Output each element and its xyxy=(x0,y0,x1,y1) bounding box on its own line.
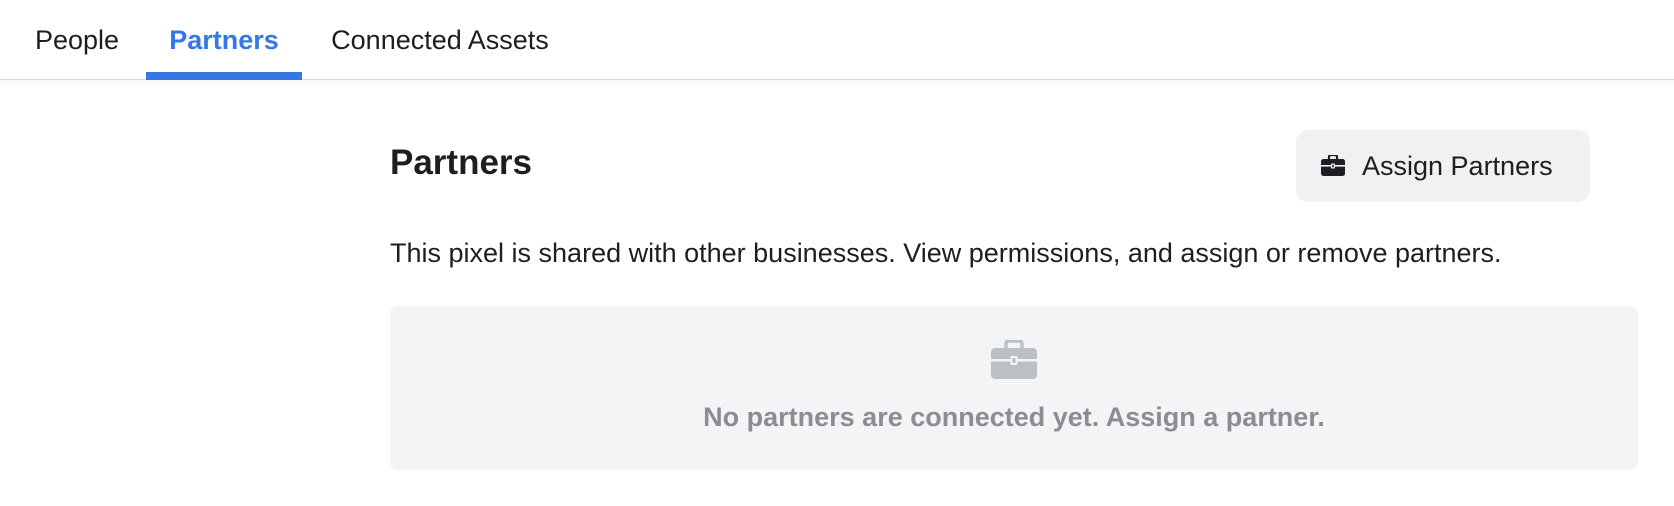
tab-partners-label: Partners xyxy=(169,24,279,55)
tab-people-label: People xyxy=(34,24,120,55)
tab-people[interactable]: People xyxy=(16,0,138,80)
assign-partners-button[interactable]: Assign Partners xyxy=(1296,130,1590,202)
active-tab-indicator xyxy=(146,72,302,80)
empty-state-message: No partners are connected yet. Assign a … xyxy=(703,402,1325,432)
page-title: Partners xyxy=(390,143,533,182)
assign-partners-button-label: Assign Partners xyxy=(1362,150,1553,181)
section-description: This pixel is shared with other business… xyxy=(390,238,1502,268)
empty-state-panel: No partners are connected yet. Assign a … xyxy=(390,306,1638,470)
tab-connected-assets-label: Connected Assets xyxy=(331,24,549,55)
briefcase-icon xyxy=(990,339,1038,380)
tab-connected-assets[interactable]: Connected Assets xyxy=(314,0,566,80)
tab-partners[interactable]: Partners xyxy=(146,0,302,80)
briefcase-icon xyxy=(1320,154,1346,178)
tab-bar: People Partners Connected Assets xyxy=(0,0,1674,80)
